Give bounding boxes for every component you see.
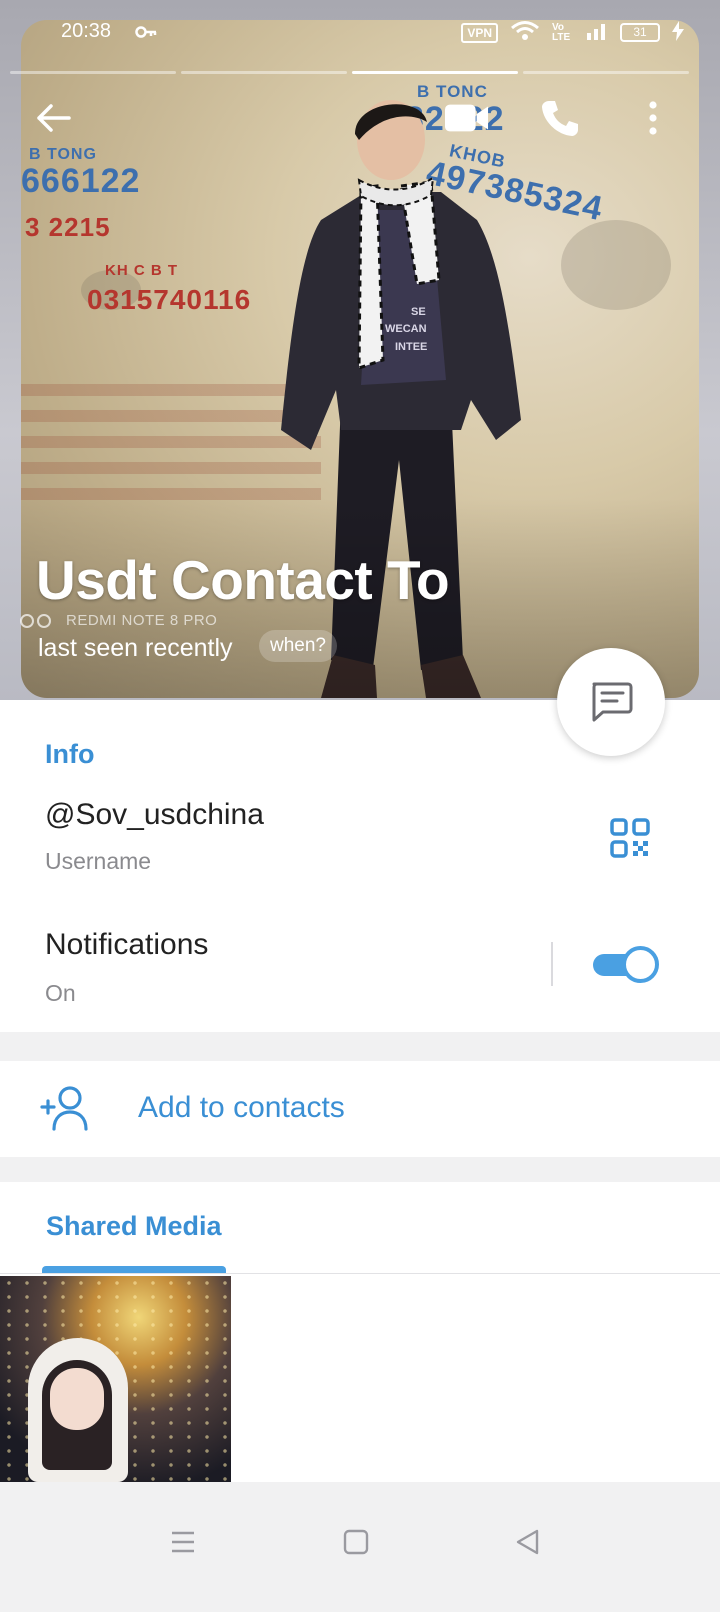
notifications-label: Notifications [45,928,209,961]
square-icon [343,1529,369,1555]
send-message-button[interactable] [557,648,665,756]
wall-stain [561,220,671,310]
story-progress-segment-active [352,71,518,74]
when-button[interactable]: when? [259,630,337,662]
arrow-left-icon [37,104,71,132]
graffiti-text: 0315740116 [87,284,252,315]
qr-code-button[interactable] [610,818,650,858]
story-progress-segment [10,71,176,74]
more-vertical-icon [649,101,657,135]
phone-icon [542,101,578,136]
status-bar: 20:38 VPN Vo LTE 31 [0,14,720,50]
add-to-contacts-label: Add to contacts [138,1091,345,1124]
profile-header: B TONG 666122 3 2215 KH C B T 0315740116… [0,0,720,720]
thumbnail-figure-face [50,1368,104,1430]
shirt-text: WECAN [385,323,427,335]
wall-bricks [21,380,321,500]
wifi-icon [510,20,540,45]
signal-icon [586,22,608,43]
battery-icon: 31 [620,23,660,42]
video-camera-icon [445,104,489,132]
video-call-button[interactable] [445,96,489,140]
shirt-text: SE [411,306,426,318]
home-button[interactable] [336,1522,376,1562]
call-button[interactable] [538,96,582,140]
triangle-back-icon [516,1529,539,1555]
username-caption: Username [45,848,152,874]
add-to-contacts-row[interactable]: Add to contacts [0,1061,720,1157]
status-time: 20:38 [61,20,112,42]
message-icon [592,682,633,722]
shirt-text: INTEE [395,341,427,353]
status-icons: VPN Vo LTE 31 [461,20,684,45]
graffiti-text: 3 2215 [25,212,111,242]
story-progress-segment [181,71,347,74]
tab-shared-media[interactable]: Shared Media [46,1211,222,1242]
photo-watermark: REDMI NOTE 8 PRO [66,612,218,629]
username-value: @Sov_usdchina [45,798,264,831]
system-navigation-bar [0,1482,720,1612]
toggle-knob [622,946,659,983]
watermark-dots-icon [20,614,51,628]
key-icon [135,22,157,45]
add-person-icon [40,1086,88,1131]
vpn-badge: VPN [461,22,498,43]
volte-icon: Vo LTE [552,21,571,43]
graffiti-text: KH C B T [105,262,178,279]
qr-code-icon [610,818,650,858]
notifications-status: On [45,980,76,1006]
profile-page: B TONG 666122 3 2215 KH C B T 0315740116… [0,0,720,1612]
charging-icon [672,21,684,44]
more-button[interactable] [631,96,675,140]
profile-name: Usdt Contact To [36,549,450,611]
back-button[interactable] [31,96,75,140]
media-thumbnail[interactable] [0,1276,231,1482]
shared-media-section: Shared Media [0,1182,720,1482]
info-section-title: Info [45,739,95,769]
graffiti-text: 666122 [21,162,141,200]
recent-apps-button[interactable] [163,1522,203,1562]
notifications-row[interactable]: Notifications On [0,920,540,1020]
back-nav-button[interactable] [508,1522,548,1562]
last-seen-status: last seen recently [38,634,233,662]
story-progress-segment [523,71,689,74]
notifications-toggle[interactable] [593,944,659,984]
divider [551,942,553,986]
divider [0,1273,720,1274]
menu-icon [172,1531,194,1553]
